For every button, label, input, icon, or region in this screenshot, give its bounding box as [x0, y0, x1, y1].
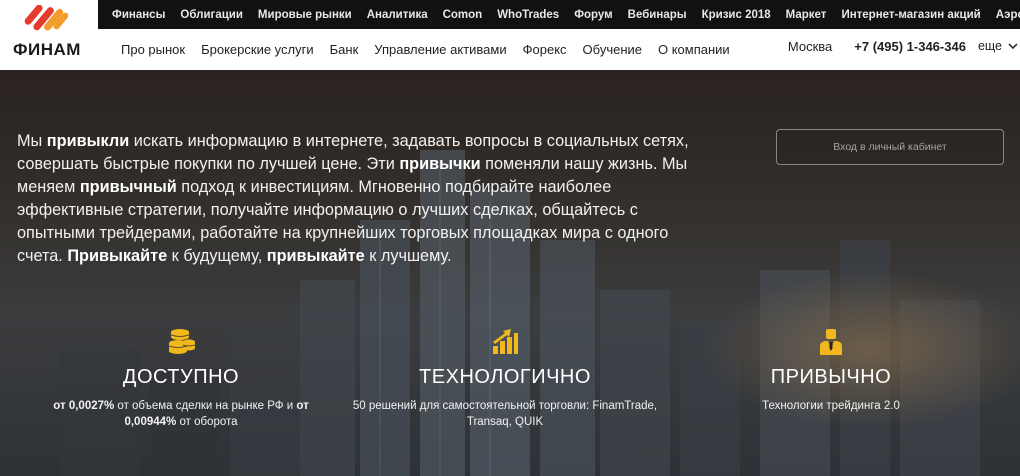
- text-run: от объема сделки на рынке РФ и: [114, 400, 297, 412]
- text-run: Мы: [17, 132, 47, 150]
- emphasis-text: привыкли: [46, 132, 130, 150]
- logo-mark-icon: [24, 5, 68, 31]
- main-nav: Про рынок Брокерские услуги Банк Управление…: [121, 29, 746, 70]
- main-nav-item[interactable]: О компании: [658, 42, 730, 57]
- top-nav-item[interactable]: Вебинары: [628, 9, 687, 21]
- main-nav-item[interactable]: Про рынок: [121, 42, 185, 57]
- coins-icon: [168, 329, 196, 354]
- more-menu[interactable]: еще: [978, 39, 1002, 53]
- emphasis-text: привычный: [79, 178, 177, 196]
- main-nav-item[interactable]: Управление активами: [374, 42, 506, 57]
- feature-familiar: ПРИВЫЧНО Технологии трейдинга 2.0: [676, 328, 986, 414]
- top-nav-item[interactable]: Финансы: [112, 9, 165, 21]
- city-selector[interactable]: Москва: [788, 39, 832, 54]
- phone-number[interactable]: +7 (495) 1-346-346: [854, 39, 966, 54]
- top-nav-item[interactable]: Comon: [443, 9, 483, 21]
- hero-section: Мы привыкли искать информацию в интернет…: [0, 70, 1020, 476]
- businessman-icon: [820, 329, 842, 355]
- growth-chart-icon: [493, 329, 518, 354]
- top-nav-item[interactable]: Мировые рынки: [258, 9, 352, 21]
- feature-description: Технологии трейдинга 2.0: [676, 398, 986, 414]
- main-nav-item[interactable]: Обучение: [583, 42, 642, 57]
- login-button[interactable]: Вход в личный кабинет: [776, 129, 1004, 165]
- top-nav-item[interactable]: Аналитика: [367, 9, 428, 21]
- feature-title: ДОСТУПНО: [122, 366, 240, 388]
- chevron-down-icon[interactable]: [1006, 39, 1020, 53]
- text-run: Технологии трейдинга 2.0: [762, 400, 900, 412]
- main-nav-item[interactable]: Брокерские услуги: [201, 42, 314, 57]
- feature-title: ТЕХНОЛОГИЧНО: [419, 366, 591, 388]
- emphasis-text: привыкайте: [266, 247, 365, 265]
- text-run: к лучшему.: [364, 247, 452, 265]
- logo[interactable]: ФИНАМ: [0, 0, 98, 70]
- top-nav-item[interactable]: WhoTrades: [497, 9, 559, 21]
- top-nav-item[interactable]: Интернет-магазин акций: [841, 9, 980, 21]
- emphasis-text: привычки: [399, 155, 481, 173]
- top-nav-item[interactable]: Облигации: [180, 9, 243, 21]
- intro-text: Мы привыкли искать информацию в интернет…: [17, 130, 697, 268]
- text-run: от оборота: [176, 416, 238, 428]
- text-run: к будущему,: [167, 247, 267, 265]
- feature-technological: ТЕХНОЛОГИЧНО 50 решений для самостоятель…: [352, 328, 658, 430]
- header-right: Москва +7 (495) 1-346-346 еще: [788, 29, 1020, 63]
- top-nav-item[interactable]: Маркет: [786, 9, 827, 21]
- feature-affordable: ДОСТУПНО от 0,0027% от объема сделки на …: [28, 328, 334, 430]
- top-nav: Финансы Облигации Мировые рынки Аналитика Co…: [112, 0, 1020, 29]
- top-nav-item[interactable]: Аэро: [996, 9, 1020, 21]
- main-header: Про рынок Брокерские услуги Банк Управление…: [0, 29, 1020, 70]
- emphasis-text: Привыкайте: [67, 247, 168, 265]
- top-nav-item[interactable]: Кризис 2018: [702, 9, 771, 21]
- feature-title: ПРИВЫЧНО: [770, 366, 892, 388]
- text-run: 50 решений для самостоятельной торговли:…: [352, 400, 658, 428]
- logo-text: ФИНАМ: [13, 40, 81, 59]
- main-nav-item[interactable]: Банк: [330, 42, 359, 57]
- top-nav-item[interactable]: Форум: [574, 9, 612, 21]
- main-nav-item[interactable]: Форекс: [523, 42, 567, 57]
- feature-description: от 0,0027% от объема сделки на рынке РФ …: [28, 398, 334, 430]
- feature-description: 50 решений для самостоятельной торговли:…: [352, 398, 658, 430]
- emphasis-text: от 0,0027%: [53, 400, 115, 412]
- top-bar: Финансы Облигации Мировые рынки Аналитика Co…: [0, 0, 1020, 29]
